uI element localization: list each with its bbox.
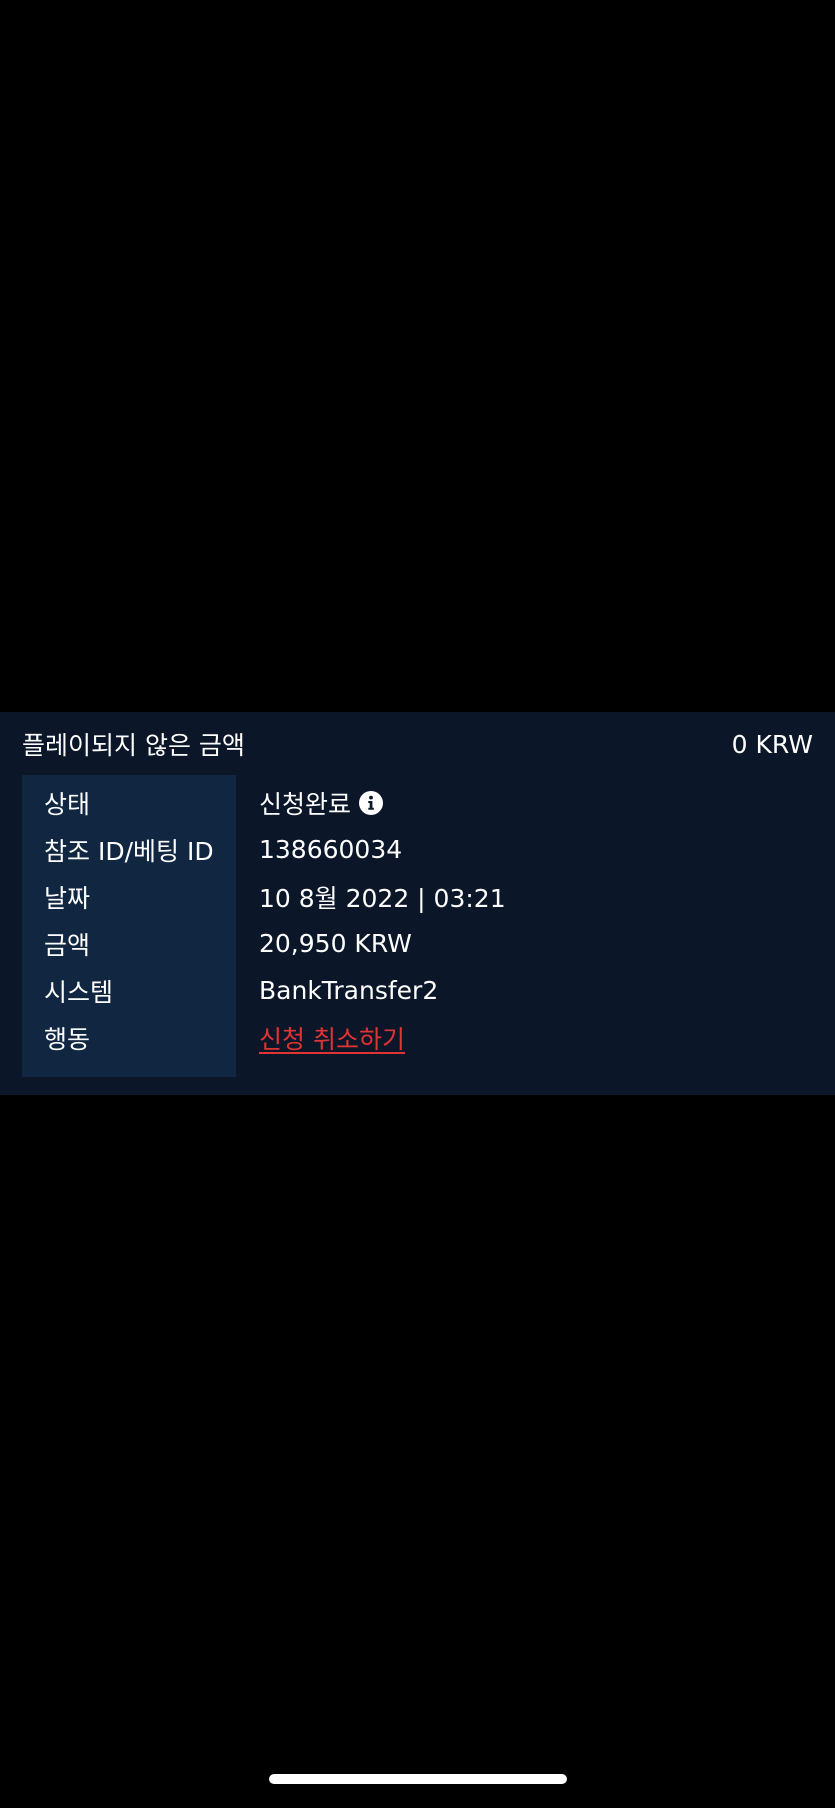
info-icon[interactable] bbox=[359, 790, 384, 815]
home-indicator[interactable] bbox=[269, 1774, 567, 1784]
date-label: 날짜 bbox=[44, 883, 91, 913]
cancel-request-link[interactable]: 신청 취소하기 bbox=[259, 1020, 405, 1056]
reference-id-row: 참조 ID/베팅 ID 138660034 bbox=[22, 826, 835, 873]
screen: 플레이되지 않은 금액 0 KRW 상태 신청완료 참조 ID/베팅 ID 13… bbox=[0, 0, 835, 1808]
transaction-detail-panel: 플레이되지 않은 금액 0 KRW 상태 신청완료 참조 ID/베팅 ID 13… bbox=[0, 712, 835, 1095]
status-value-wrap: 신청완료 bbox=[259, 785, 384, 821]
system-label: 시스템 bbox=[44, 977, 114, 1007]
amount-row: 금액 20,950 KRW bbox=[22, 920, 835, 967]
status-label: 상태 bbox=[44, 789, 91, 819]
unplayed-amount-value: 0 KRW bbox=[731, 729, 813, 759]
reference-id-label: 참조 ID/베팅 ID bbox=[44, 836, 214, 866]
amount-value: 20,950 KRW bbox=[259, 929, 412, 958]
unplayed-amount-header: 플레이되지 않은 금액 0 KRW bbox=[22, 722, 813, 766]
reference-id-value: 138660034 bbox=[259, 835, 403, 864]
status-value: 신청완료 bbox=[259, 789, 352, 819]
unplayed-amount-label: 플레이되지 않은 금액 bbox=[22, 731, 245, 760]
date-value: 10 8월 2022 | 03:21 bbox=[259, 883, 506, 913]
action-row: 행동 신청 취소하기 bbox=[22, 1014, 835, 1061]
date-row: 날짜 10 8월 2022 | 03:21 bbox=[22, 873, 835, 920]
amount-label: 금액 bbox=[44, 930, 91, 960]
transaction-details-table: 상태 신청완료 참조 ID/베팅 ID 138660034 날짜 10 8월 2… bbox=[22, 775, 835, 1077]
action-value-wrap: 신청 취소하기 bbox=[259, 1020, 405, 1056]
action-label: 행동 bbox=[44, 1024, 91, 1054]
system-row: 시스템 BankTransfer2 bbox=[22, 967, 835, 1014]
status-row: 상태 신청완료 bbox=[22, 779, 835, 826]
system-value: BankTransfer2 bbox=[259, 976, 439, 1005]
